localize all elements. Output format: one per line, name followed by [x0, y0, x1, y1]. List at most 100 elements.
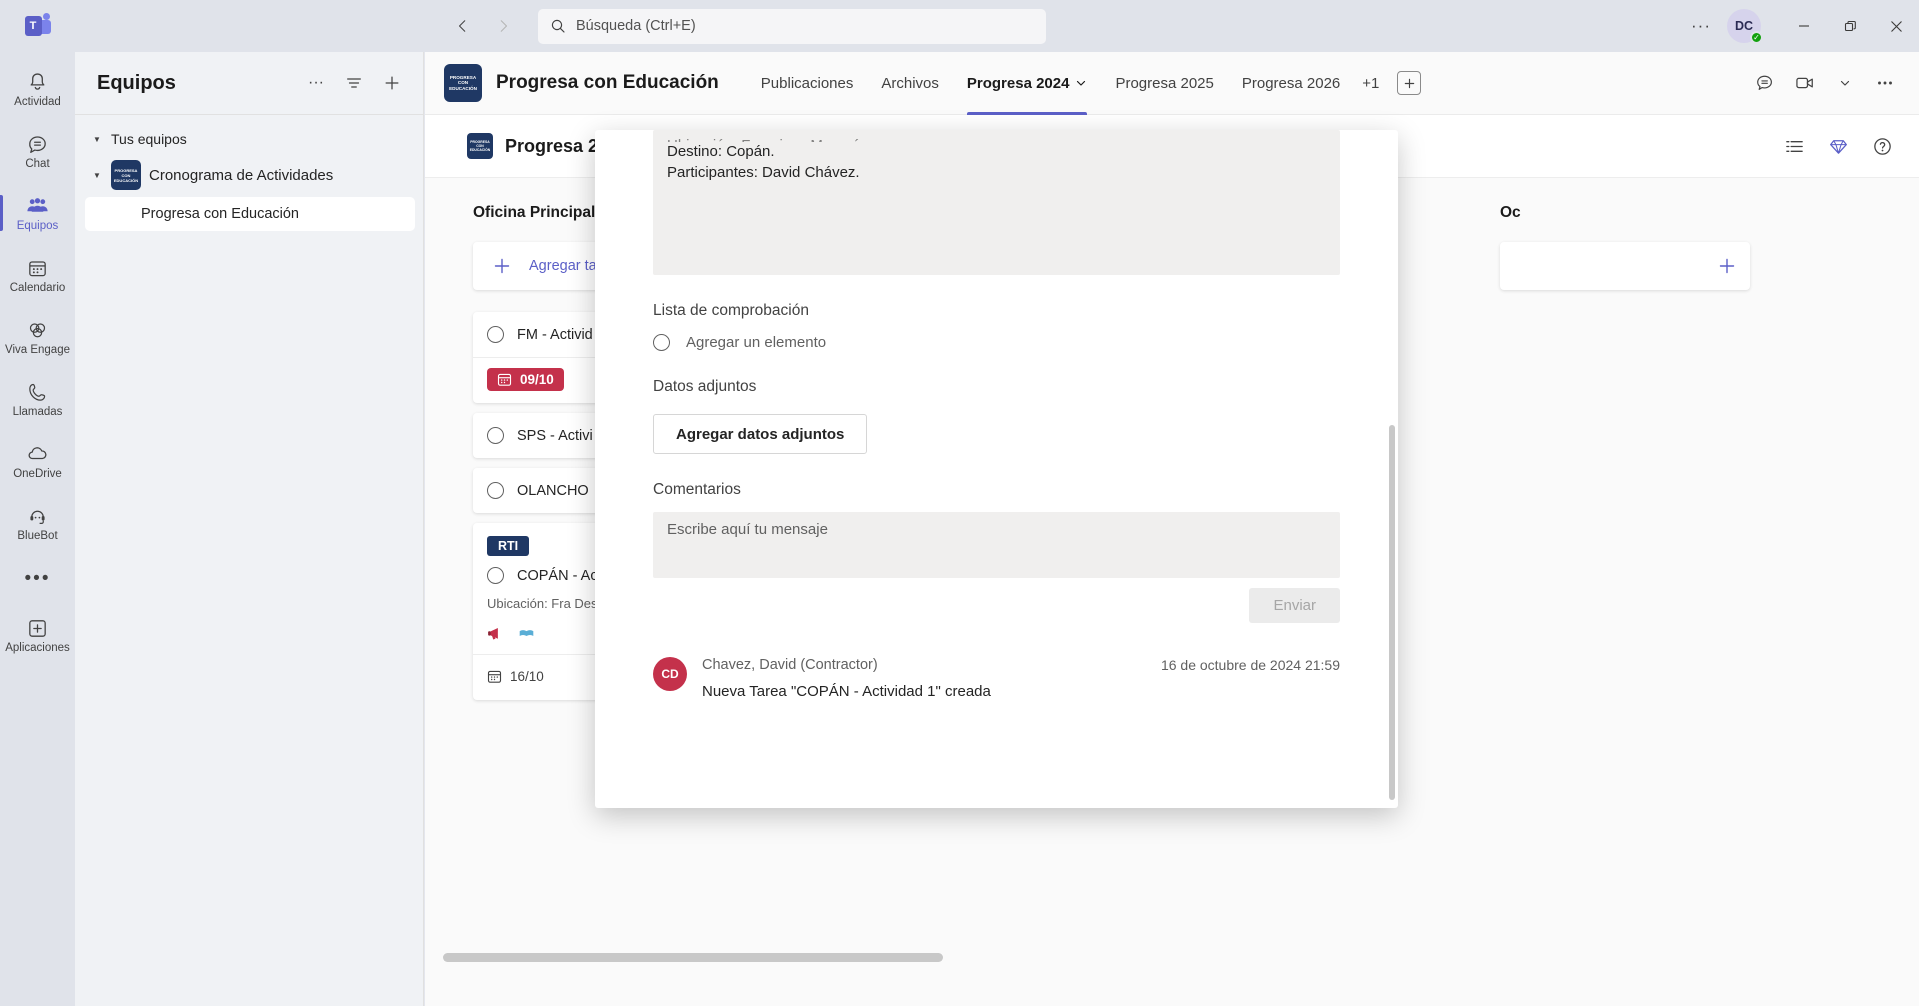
back-button[interactable] [446, 9, 480, 43]
rail-item-chat[interactable]: Chat [0, 120, 75, 182]
tab-label-archivos: Archivos [881, 74, 939, 92]
teams-pane-divider [75, 114, 423, 115]
teams-group-tus-equipos[interactable]: ▼ Tus equipos [75, 123, 423, 155]
planner-actions [1777, 130, 1919, 162]
comment-text: Nueva Tarea "COPÁN - Actividad 1" creada [702, 683, 991, 700]
dialog-scrollbar[interactable] [1389, 425, 1395, 800]
premium-gem-icon[interactable] [1821, 130, 1855, 162]
list-view-icon[interactable] [1777, 130, 1811, 162]
add-team-button[interactable] [375, 66, 409, 100]
channel-item-progresa-con-educacion[interactable]: Progresa con Educación [85, 197, 415, 231]
window-controls-area: ··· DC ✓ [1683, 0, 1919, 52]
rail-item-viva-engage[interactable]: Viva Engage [0, 306, 75, 368]
rail-item-bluebot[interactable]: BlueBot [0, 492, 75, 554]
channel-more-icon[interactable] [1867, 66, 1903, 100]
task-due-date-badge[interactable]: 09/10 [487, 368, 564, 391]
search-icon [550, 18, 566, 34]
attachments-section-title: Datos adjuntos [653, 378, 757, 395]
task-description-line-0: Ubicación: Francisco Morazán. [667, 136, 1326, 142]
cloud-icon [26, 442, 50, 466]
rail-item-actividad[interactable]: Actividad [0, 58, 75, 120]
add-task-button-right[interactable] [1500, 242, 1750, 290]
filter-icon[interactable] [337, 66, 371, 100]
scrollbar-thumb[interactable] [443, 953, 943, 962]
task-due-date-label: 16/10 [510, 669, 544, 684]
comments-section-title: Comentarios [653, 481, 741, 498]
close-button[interactable] [1873, 0, 1919, 52]
apps-plus-icon [26, 616, 49, 640]
channel-header: PROGRESA CON EDUCACIÓN Progresa con Educ… [425, 52, 1919, 115]
help-circle-icon[interactable] [1865, 130, 1899, 162]
teams-more-button[interactable]: ··· [299, 66, 333, 100]
minimize-button[interactable] [1781, 0, 1827, 52]
comment-avatar: CD [653, 657, 687, 691]
rail-more-button[interactable]: ••• [0, 554, 75, 604]
channel-team-name: Progresa con Educación [496, 72, 719, 93]
viva-engage-icon [26, 318, 49, 342]
rail-item-aplicaciones[interactable]: Aplicaciones [0, 604, 75, 666]
tab-progresa-2026[interactable]: Progresa 2026 [1228, 52, 1354, 115]
rail-label-equipos: Equipos [16, 220, 59, 232]
task-due-date-badge[interactable]: 16/10 [487, 665, 554, 688]
rail-item-llamadas[interactable]: Llamadas [0, 368, 75, 430]
rail-item-calendario[interactable]: Calendario [0, 244, 75, 306]
title-bar: T Búsqueda (Ctrl+E) ··· DC ✓ [0, 0, 1919, 52]
channel-team-avatar: PROGRESA CON EDUCACIÓN [444, 64, 482, 102]
rail-item-equipos[interactable]: Equipos [0, 182, 75, 244]
checklist-item-circle[interactable] [653, 334, 670, 351]
open-book-icon [518, 625, 535, 642]
task-complete-circle[interactable] [487, 482, 504, 499]
search-input[interactable]: Búsqueda (Ctrl+E) [538, 8, 1046, 44]
restore-button[interactable] [1827, 0, 1873, 52]
comment-author: Chavez, David (Contractor) [702, 657, 878, 673]
rail-label-llamadas: Llamadas [12, 406, 63, 418]
channel-header-actions [1747, 66, 1919, 100]
task-detail-dialog: Ubicación: Francisco Morazán. Destino: C… [595, 130, 1398, 808]
tab-publicaciones[interactable]: Publicaciones [747, 52, 868, 115]
tab-archivos[interactable]: Archivos [867, 52, 953, 115]
checklist-add-item-row[interactable]: Agregar un elemento [653, 334, 1340, 351]
board-horizontal-scrollbar[interactable] [443, 953, 1503, 962]
teams-app-logo: T [0, 0, 75, 52]
send-comment-button[interactable]: Enviar [1249, 588, 1340, 623]
team-item-cronograma[interactable]: ▼ PROGRESA CON EDUCACIÓN Cronograma de A… [75, 155, 423, 195]
task-complete-circle[interactable] [487, 326, 504, 343]
bucket-partial-right: Oc [1500, 204, 1750, 290]
teams-pane-actions: ··· [299, 66, 409, 100]
rail-label-onedrive: OneDrive [13, 468, 62, 480]
teams-group-label: Tus equipos [111, 131, 187, 147]
app-rail: Actividad Chat Equipos Calendario Viva E… [0, 52, 75, 1006]
teams-list-pane: Equipos ··· ▼ Tus equipos ▼ PROGRESA CON… [75, 52, 424, 1006]
task-description-field[interactable]: Ubicación: Francisco Morazán. Destino: C… [653, 130, 1340, 275]
tab-progresa-2025[interactable]: Progresa 2025 [1101, 52, 1227, 115]
megaphone-icon [487, 625, 504, 642]
search-placeholder: Búsqueda (Ctrl+E) [576, 18, 696, 34]
meet-chevron-down-icon[interactable] [1827, 66, 1863, 100]
teams-people-icon [25, 194, 50, 218]
comment-timestamp: 16 de octubre de 2024 21:59 [1160, 657, 1340, 673]
rail-item-onedrive[interactable]: OneDrive [0, 430, 75, 492]
tabs-overflow-count[interactable]: +1 [1354, 75, 1387, 92]
channel-tabs: Publicaciones Archivos Progresa 2024 Pro… [747, 52, 1422, 115]
chat-bubble-icon[interactable] [1747, 66, 1783, 100]
add-tab-button[interactable] [1397, 71, 1422, 95]
video-camera-icon[interactable] [1787, 66, 1823, 100]
tab-progresa-2024[interactable]: Progresa 2024 [953, 52, 1102, 115]
forward-button[interactable] [486, 9, 520, 43]
add-attachment-button[interactable]: Agregar datos adjuntos [653, 414, 868, 454]
phone-icon [26, 380, 49, 404]
rail-label-viva-engage: Viva Engage [4, 344, 70, 356]
rail-label-actividad: Actividad [14, 96, 61, 108]
user-avatar[interactable]: DC ✓ [1727, 9, 1763, 44]
task-complete-circle[interactable] [487, 567, 504, 584]
chevron-down-icon-tab[interactable] [1075, 77, 1087, 89]
rail-label-aplicaciones: Aplicaciones [5, 642, 70, 654]
task-complete-circle[interactable] [487, 427, 504, 444]
rail-label-bluebot: BlueBot [17, 530, 58, 542]
comment-input[interactable]: Escribe aquí tu mensaje [653, 512, 1340, 578]
calendar-icon [26, 256, 49, 280]
teams-pane-header: Equipos ··· [75, 52, 423, 114]
comment-entry: CD Chavez, David (Contractor) 16 de octu… [653, 657, 1340, 700]
app-more-button[interactable]: ··· [1683, 10, 1719, 42]
task-detail-body: Ubicación: Francisco Morazán. Destino: C… [595, 130, 1398, 808]
